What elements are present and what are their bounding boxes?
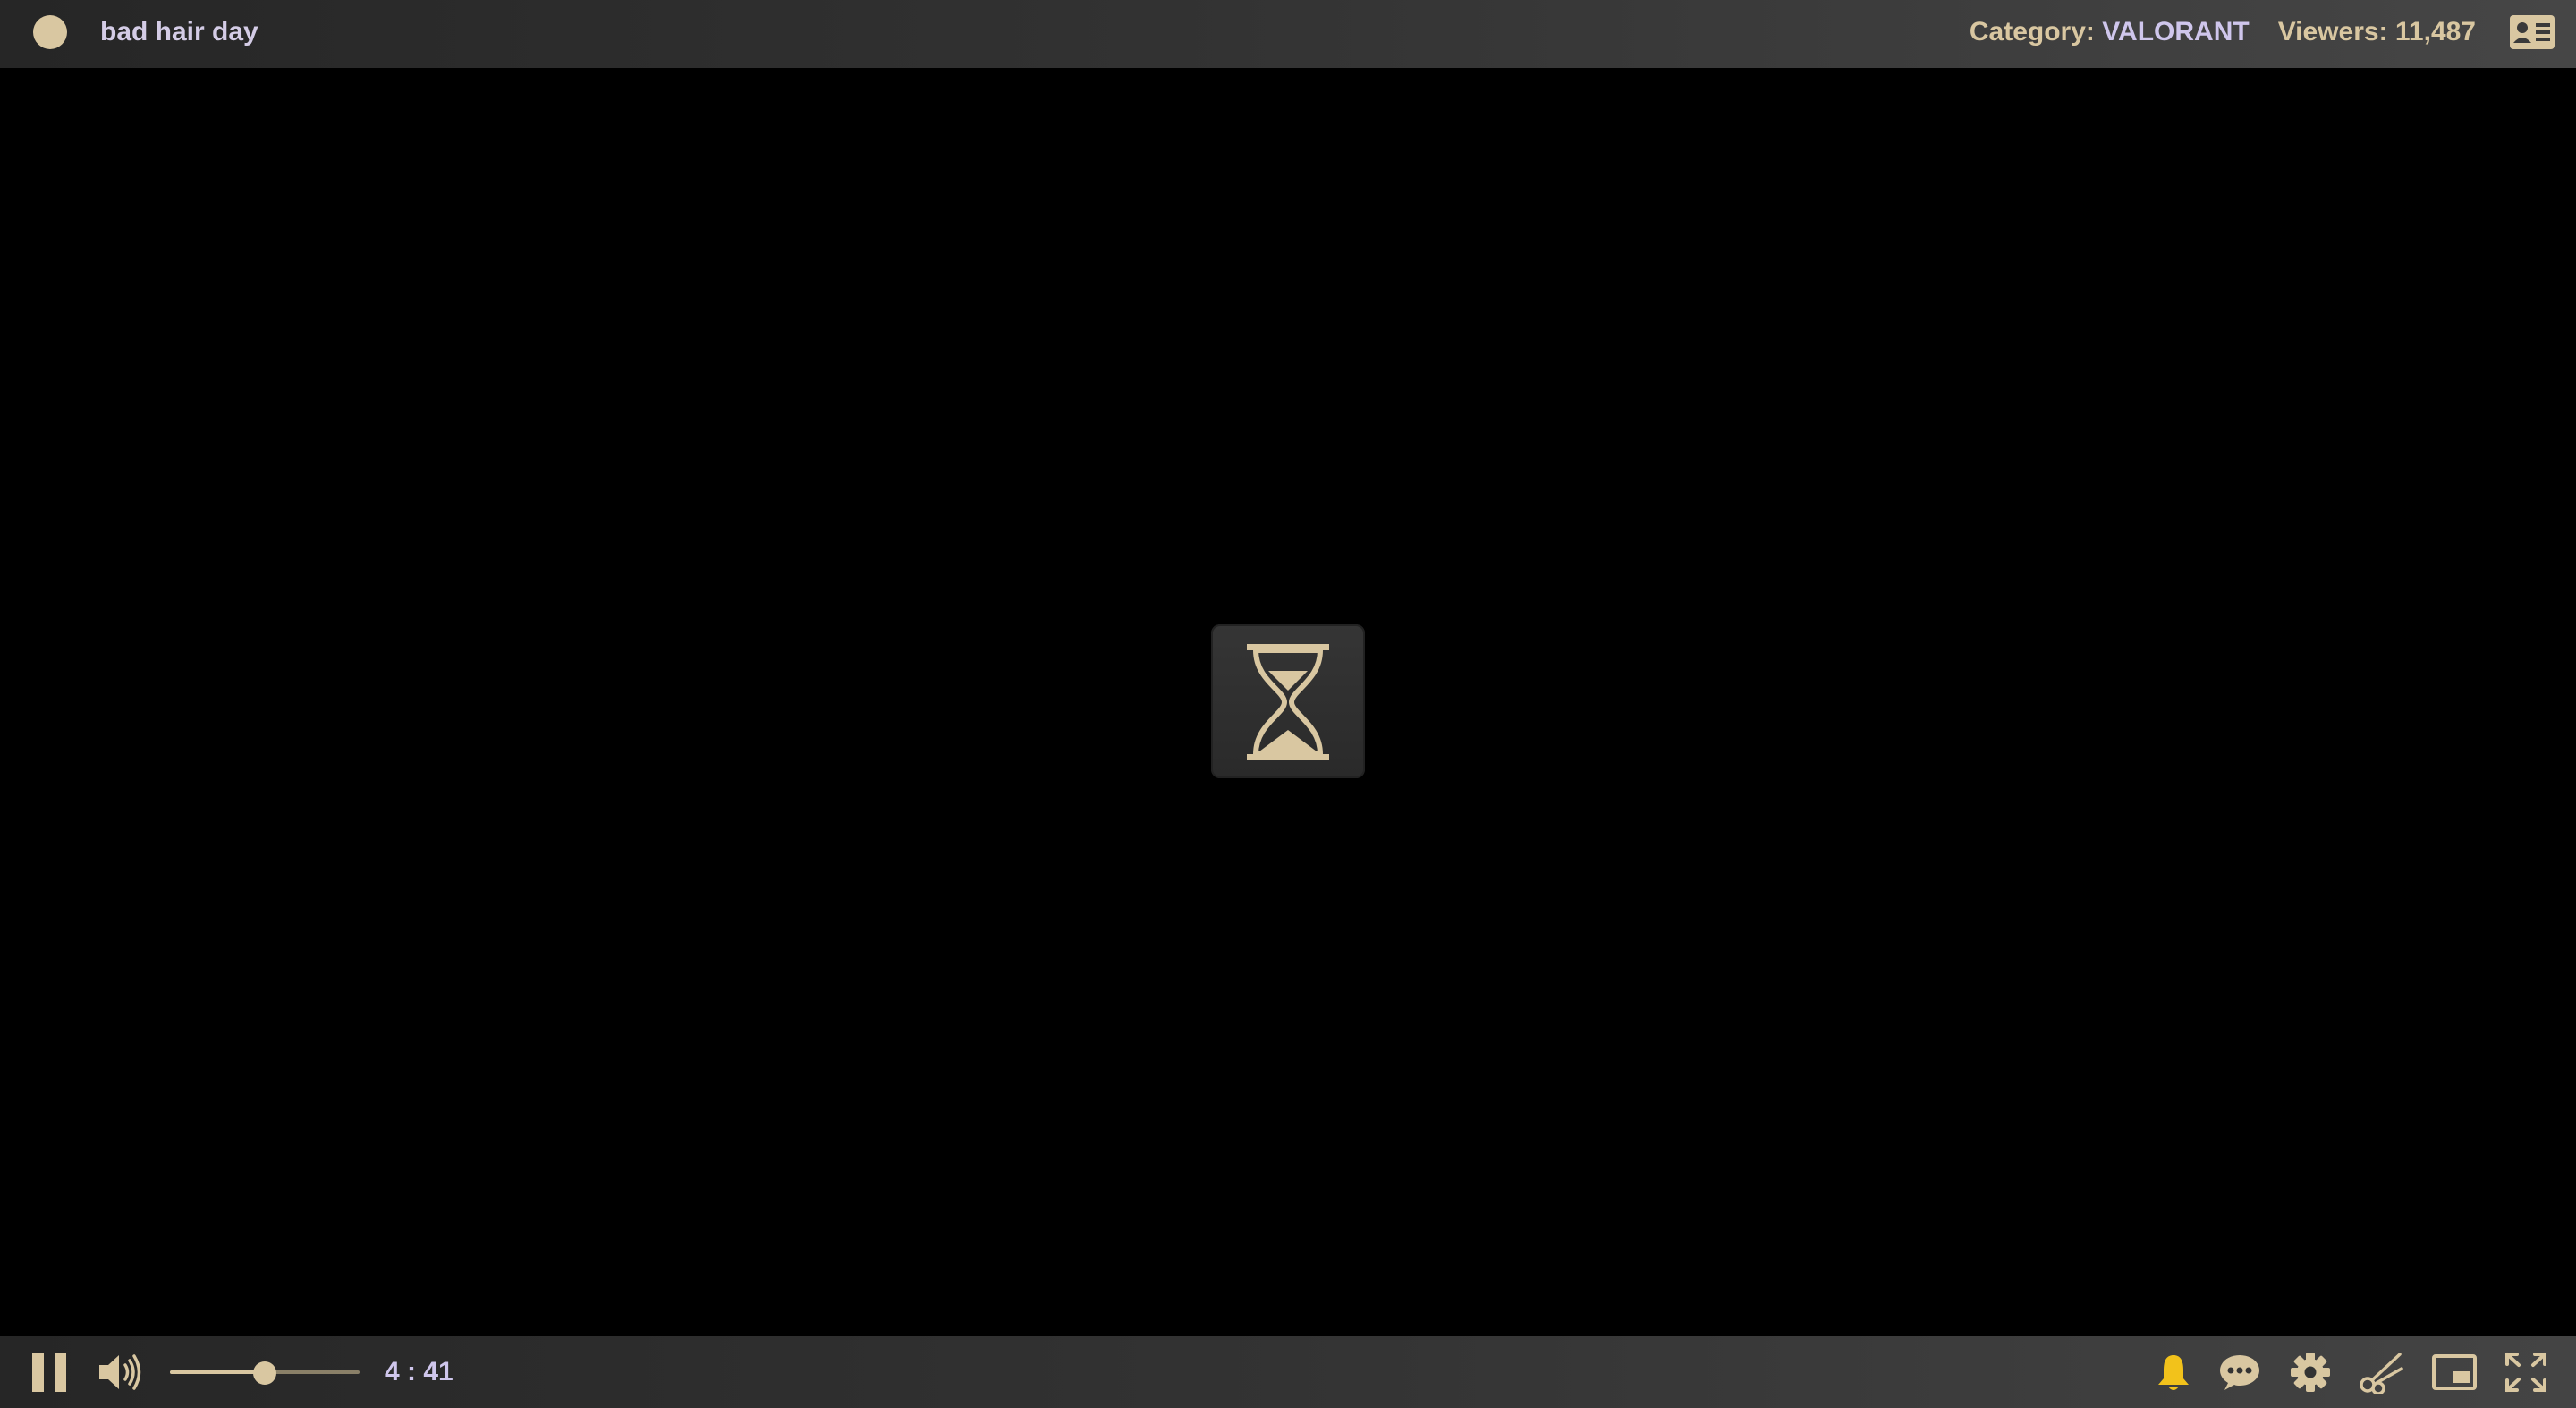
- viewers-info: Viewers: 11,487: [2278, 14, 2476, 50]
- category-label: Category:: [1969, 17, 2095, 47]
- fullscreen-button[interactable]: [2501, 1336, 2551, 1408]
- control-bar: 4 : 41: [0, 1336, 2576, 1408]
- category-value[interactable]: VALORANT: [2102, 17, 2249, 47]
- chat-bubble-icon: [2220, 1355, 2259, 1390]
- stream-title[interactable]: bad hair day: [100, 14, 258, 50]
- speaker-icon: [99, 1354, 141, 1390]
- picture-in-picture-icon: [2432, 1354, 2477, 1390]
- clip-button[interactable]: [2356, 1336, 2406, 1408]
- pause-icon: [32, 1353, 66, 1392]
- category-info[interactable]: Category: VALORANT: [1970, 14, 2250, 50]
- scissors-icon: [2360, 1353, 2403, 1394]
- volume-slider[interactable]: [170, 1361, 360, 1385]
- volume-button[interactable]: [95, 1336, 145, 1408]
- settings-button[interactable]: [2286, 1336, 2334, 1408]
- fullscreen-icon: [2505, 1353, 2546, 1392]
- viewers-count: 11,487: [2394, 17, 2476, 47]
- volume-handle[interactable]: [253, 1361, 276, 1385]
- notifications-button[interactable]: [2150, 1336, 2197, 1408]
- viewers-label: Viewers:: [2277, 17, 2388, 47]
- hourglass-icon: [1247, 644, 1329, 760]
- volume-fill: [170, 1370, 265, 1374]
- video-player: bad hair day Category: VALORANT Viewers:…: [0, 0, 2576, 1408]
- pause-button[interactable]: [25, 1336, 73, 1408]
- bell-icon: [2158, 1355, 2189, 1390]
- chat-button[interactable]: [2215, 1336, 2265, 1408]
- gear-icon: [2291, 1353, 2330, 1392]
- profile-card-icon[interactable]: [2509, 14, 2555, 50]
- stream-meta: Category: VALORANT Viewers: 11,487: [1970, 14, 2476, 50]
- loading-indicator: [1211, 624, 1365, 778]
- picture-in-picture-button[interactable]: [2429, 1336, 2479, 1408]
- live-status-dot: [33, 15, 67, 49]
- top-bar: bad hair day Category: VALORANT Viewers:…: [0, 0, 2576, 68]
- time-display: 4 : 41: [385, 1357, 453, 1387]
